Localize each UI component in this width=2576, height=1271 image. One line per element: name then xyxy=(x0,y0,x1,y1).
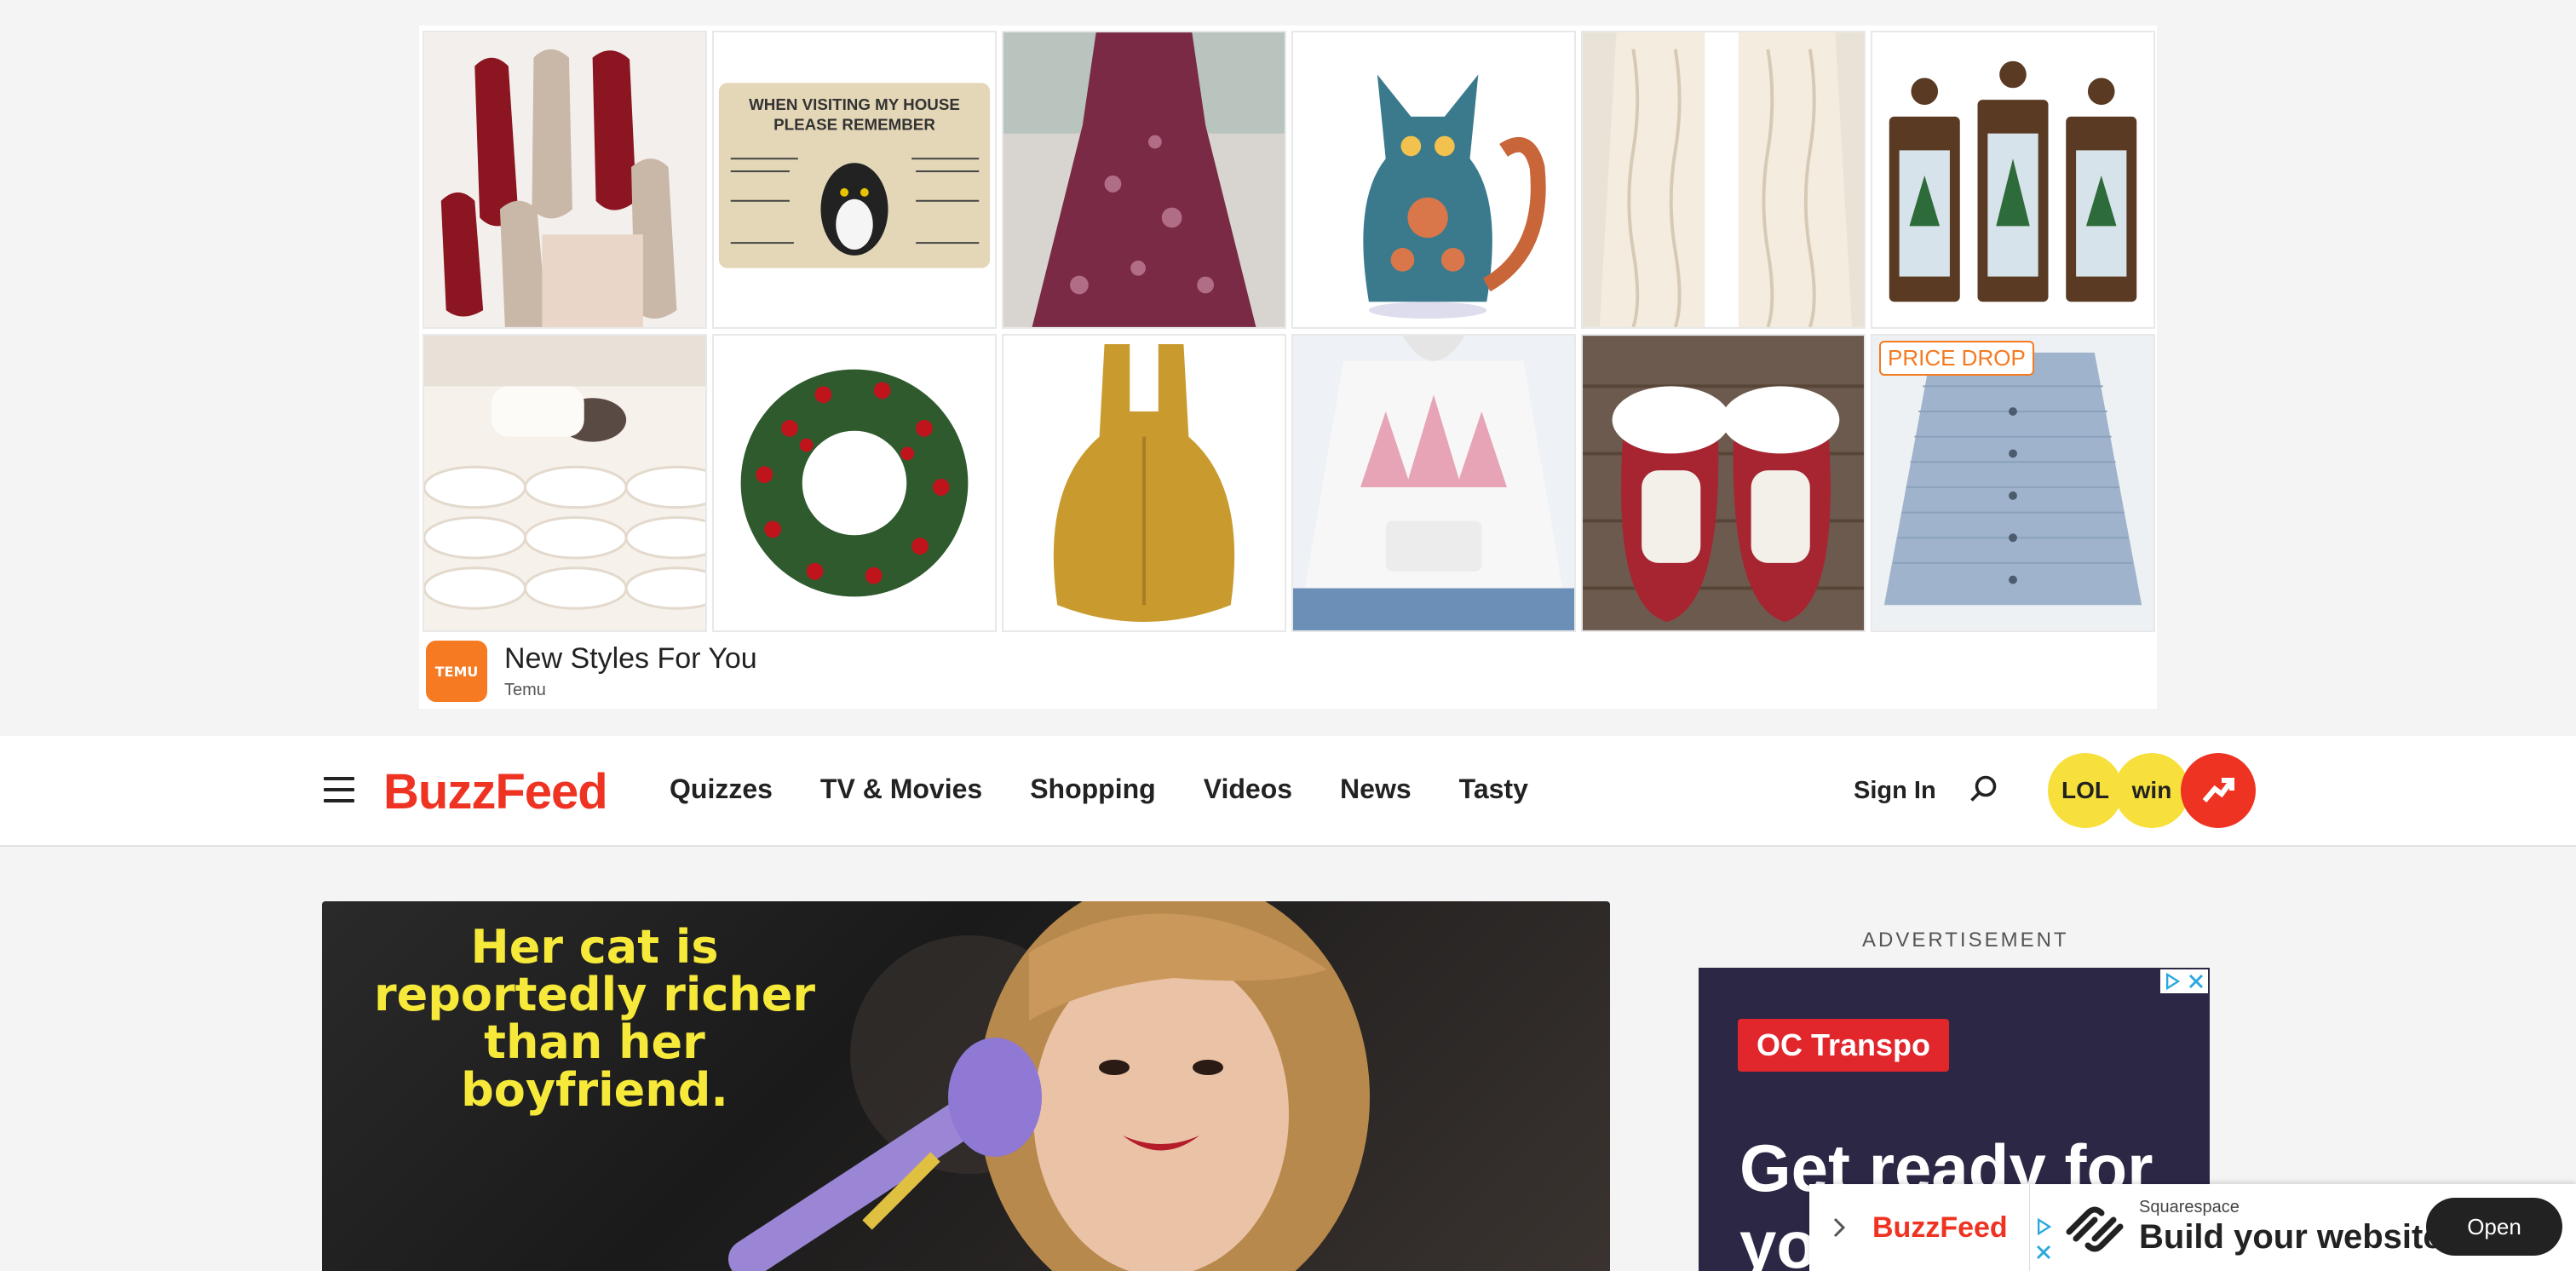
badge-group: LOL win xyxy=(2048,753,2256,828)
doormat-line-2: PLEASE REMEMBER xyxy=(773,116,935,134)
nav-link-news[interactable]: News xyxy=(1340,774,1412,805)
product-tile-fur-blanket[interactable] xyxy=(423,334,707,632)
ad-close-icon[interactable] xyxy=(2184,969,2208,993)
temu-logo: TEMU xyxy=(426,641,487,702)
product-grid: WHEN VISITING MY HOUSE PLEASE REMEMBER P… xyxy=(423,31,2155,632)
squarespace-logo xyxy=(2062,1199,2127,1259)
search-icon[interactable] xyxy=(1968,774,1998,804)
ad-title[interactable]: New Styles For You xyxy=(504,642,757,676)
sticky-brand[interactable]: BuzzFeed xyxy=(1809,1184,2031,1271)
ad-close-icon[interactable] xyxy=(2032,1240,2056,1264)
adchoices-icon[interactable] xyxy=(2032,1215,2056,1239)
nav-link-quizzes[interactable]: Quizzes xyxy=(670,774,773,805)
nav-link-tasty[interactable]: Tasty xyxy=(1459,774,1528,805)
product-tile-blue-sweater[interactable]: PRICE DROP xyxy=(1871,334,2155,632)
hero-caption: Her cat is reportedly richer than her bo… xyxy=(373,920,816,1117)
product-tile-wreath[interactable] xyxy=(712,334,997,632)
advertisement-label: ADVERTISEMENT xyxy=(1862,929,2069,952)
product-tile-nails[interactable] xyxy=(423,31,707,329)
doormat-line-1: WHEN VISITING MY HOUSE xyxy=(749,95,960,113)
ad-sponsor-row[interactable]: TEMU New Styles For You Temu xyxy=(426,641,757,702)
squarespace-ad[interactable]: Squarespace Build your website Open xyxy=(2029,1184,2576,1271)
nav-link-tv-movies[interactable]: TV & Movies xyxy=(820,774,982,805)
oc-transpo-logo: OC Transpo xyxy=(1738,1019,1950,1072)
nav-link-videos[interactable]: Videos xyxy=(1204,774,1292,805)
product-tile-paisley-cat[interactable] xyxy=(1291,31,1576,329)
site-header: BuzzFeed Quizzes TV & Movies Shopping Vi… xyxy=(0,736,2576,847)
buzzfeed-sticky-logo[interactable]: BuzzFeed xyxy=(1872,1211,2008,1245)
product-tile-cardigan[interactable] xyxy=(1581,31,1866,329)
product-tile-lanterns[interactable] xyxy=(1871,31,2155,329)
hero-image[interactable]: Her cat is reportedly richer than her bo… xyxy=(322,901,1610,1271)
nav-link-shopping[interactable]: Shopping xyxy=(1030,774,1156,805)
buzzfeed-logo[interactable]: BuzzFeed xyxy=(383,763,608,820)
squarespace-title[interactable]: Build your website xyxy=(2139,1218,2442,1257)
open-button[interactable]: Open xyxy=(2426,1198,2562,1256)
sticky-footer: BuzzFeed Squarespace Build your website … xyxy=(1809,1184,2576,1271)
menu-icon[interactable] xyxy=(324,777,354,802)
adchoices-icon[interactable] xyxy=(2160,969,2184,993)
sign-in-link[interactable]: Sign In xyxy=(1854,777,1936,805)
squarespace-brand: Squarespace xyxy=(2139,1198,2240,1216)
product-tile-tree-hoodie[interactable] xyxy=(1291,334,1576,632)
product-tile-cat-doormat[interactable]: WHEN VISITING MY HOUSE PLEASE REMEMBER xyxy=(712,31,997,329)
top-display-ad[interactable]: WHEN VISITING MY HOUSE PLEASE REMEMBER P… xyxy=(419,26,2157,709)
main-nav: Quizzes TV & Movies Shopping Videos News… xyxy=(670,774,1576,805)
product-tile-paisley-dress[interactable] xyxy=(1002,31,1286,329)
lol-badge[interactable]: LOL xyxy=(2048,753,2123,828)
win-badge[interactable]: win xyxy=(2114,753,2189,828)
ad-sponsor-name: Temu xyxy=(504,681,546,699)
product-tile-backpack[interactable] xyxy=(1002,334,1286,632)
chevron-right-icon[interactable] xyxy=(1826,1215,1852,1240)
price-drop-badge: PRICE DROP xyxy=(1879,341,2034,376)
trending-icon[interactable] xyxy=(2181,753,2256,828)
product-tile-gnome-slippers[interactable] xyxy=(1581,334,1866,632)
